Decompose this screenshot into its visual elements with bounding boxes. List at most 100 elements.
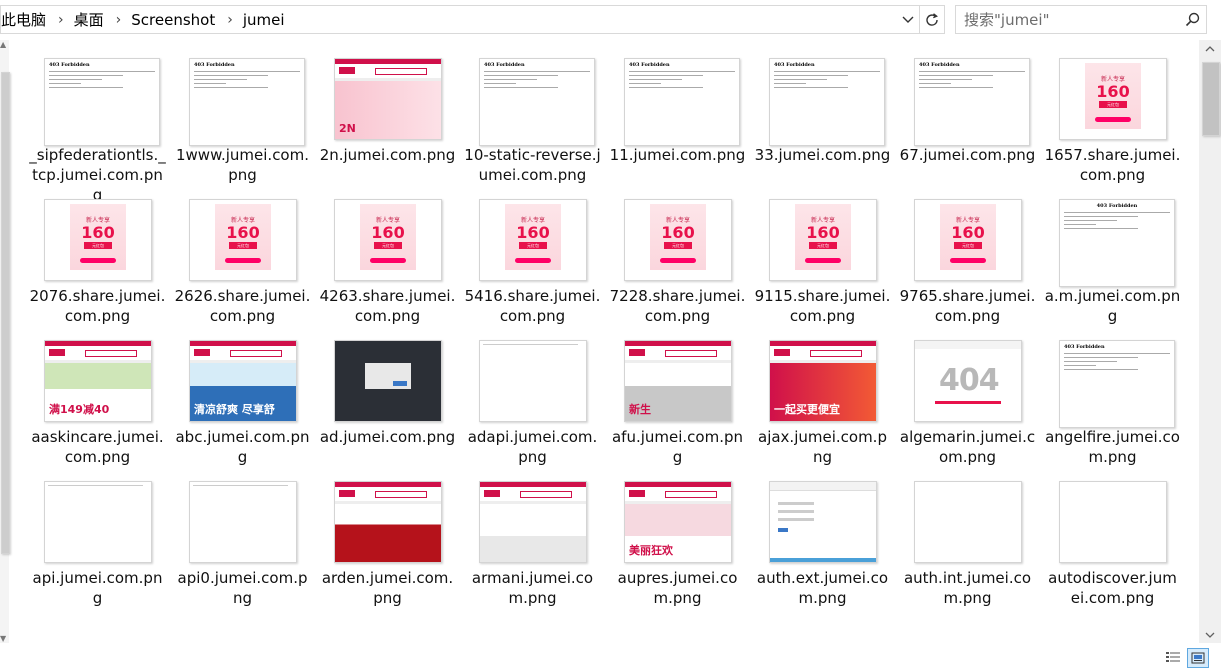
file-item[interactable]: 403 Forbidden 1www.jumei.com.png: [170, 55, 315, 196]
file-name: algemarin.jumei.com.png: [899, 428, 1036, 466]
breadcrumb-chevron-icon[interactable]: ›: [110, 12, 132, 28]
promo-banner: 新人专享 160 元红包: [215, 204, 271, 270]
shop-banner: 美丽狂欢: [625, 504, 731, 562]
breadcrumb-item-screenshot[interactable]: Screenshot: [131, 11, 221, 29]
scrollbar-thumb[interactable]: [1, 72, 10, 554]
search-box[interactable]: [955, 5, 1207, 34]
breadcrumb-chevron-icon[interactable]: ›: [221, 12, 243, 28]
large-icons-view-button[interactable]: [1187, 648, 1209, 668]
status-bar: [0, 643, 1221, 671]
file-item[interactable]: 新人专享 160 元红包 2076.share.jumei.com.png: [25, 196, 170, 337]
refresh-button[interactable]: [919, 6, 944, 33]
file-item[interactable]: auth.int.jumei.com.png: [895, 478, 1040, 619]
file-name: 11.jumei.com.png: [609, 146, 746, 164]
details-view-button[interactable]: [1162, 648, 1184, 668]
file-item[interactable]: api.jumei.com.png: [25, 478, 170, 619]
promo-banner: 新人专享 160 元红包: [940, 204, 996, 270]
file-name: ad.jumei.com.png: [319, 428, 456, 446]
file-item[interactable]: 403 Forbidden 11.jumei.com.png: [605, 55, 750, 196]
file-thumbnail: [914, 481, 1022, 563]
navigation-pane-scrollbar[interactable]: ▲ ▼: [0, 40, 10, 643]
promo-amount: 160: [371, 223, 405, 242]
file-item[interactable]: auth.ext.jumei.com.png: [750, 478, 895, 619]
scroll-down-arrow-icon[interactable]: ▼: [0, 634, 6, 643]
file-thumbnail: 新人专享 160 元红包: [914, 199, 1022, 281]
file-item[interactable]: 403 Forbidden 33.jumei.com.png: [750, 55, 895, 196]
scroll-down-button[interactable]: [1199, 626, 1221, 643]
promo-unit: 元红包: [954, 242, 982, 249]
thumbnail-heading: 403 Forbidden: [484, 62, 525, 68]
file-item[interactable]: 403 Forbidden 10-static-reverse.jumei.com…: [460, 55, 605, 196]
file-item[interactable]: adapi.jumei.com.png: [460, 337, 605, 478]
file-thumbnail: [334, 340, 442, 422]
thumbnail-heading: 403 Forbidden: [1064, 344, 1105, 350]
address-history-dropdown[interactable]: [897, 13, 919, 27]
file-thumbnail: [479, 481, 587, 563]
banner-text: 清凉舒爽 尽享舒: [194, 403, 275, 416]
file-item[interactable]: 美丽狂欢 aupres.jumei.com.png: [605, 478, 750, 619]
shop-banner: 满149减40: [45, 363, 151, 421]
file-name: 5416.share.jumei.com.png: [464, 287, 601, 325]
file-item[interactable]: 2N 2n.jumei.com.png: [315, 55, 460, 196]
file-name: 1www.jumei.com.png: [176, 146, 309, 184]
file-item[interactable]: 新生 afu.jumei.com.png: [605, 337, 750, 478]
scroll-up-button[interactable]: [1199, 40, 1221, 57]
file-thumbnail: 新人专享 160 元红包: [479, 199, 587, 281]
breadcrumb-item-jumei[interactable]: jumei: [243, 11, 291, 29]
file-thumbnail: 403 Forbidden: [769, 58, 885, 146]
file-name: 9765.share.jumei.com.png: [899, 287, 1036, 325]
file-name: 9115.share.jumei.com.png: [754, 287, 891, 325]
search-button[interactable]: [1178, 12, 1206, 27]
banner-text: 新生: [629, 403, 651, 416]
file-item[interactable]: 403 Forbidden angelfire.jumei.com.png: [1040, 337, 1185, 478]
file-name: 2n.jumei.com.png: [319, 146, 456, 164]
breadcrumb-item-desktop[interactable]: 桌面: [74, 9, 110, 30]
file-item[interactable]: ad.jumei.com.png: [315, 337, 460, 478]
banner-text: 满149减40: [49, 403, 110, 416]
file-item[interactable]: 一起买更便宜 ajax.jumei.com.png: [750, 337, 895, 478]
file-name: arden.jumei.com.png: [321, 569, 454, 607]
file-item[interactable]: 新人专享 160 元红包 7228.share.jumei.com.png: [605, 196, 750, 337]
promo-unit: 元红包: [1099, 101, 1127, 108]
vertical-scrollbar[interactable]: [1199, 40, 1221, 643]
scrollbar-thumb[interactable]: [1202, 62, 1220, 136]
address-bar: 此电脑 › 桌面 › Screenshot › jumei: [0, 0, 1221, 40]
thumbnail-heading: 403 Forbidden: [194, 62, 235, 68]
file-item[interactable]: arden.jumei.com.png: [315, 478, 460, 619]
file-thumbnail: 403 Forbidden: [44, 58, 160, 146]
search-input[interactable]: [956, 9, 1178, 30]
file-item[interactable]: 清凉舒爽 尽享舒 abc.jumei.com.png: [170, 337, 315, 478]
file-name: adapi.jumei.com.png: [467, 428, 598, 466]
file-grid: 403 Forbidden _sipfederationtls._tcp.jume…: [25, 55, 1185, 619]
file-item[interactable]: 满149减40 aaskincare.jumei.com.png: [25, 337, 170, 478]
file-item[interactable]: 新人专享 160 元红包 9115.share.jumei.com.png: [750, 196, 895, 337]
breadcrumb[interactable]: 此电脑 › 桌面 › Screenshot › jumei: [0, 5, 945, 34]
file-thumbnail: 2N: [334, 58, 442, 140]
file-name: api0.jumei.com.png: [177, 569, 308, 607]
promo-banner: 新人专享 160 元红包: [1085, 63, 1141, 129]
file-name: armani.jumei.com.png: [471, 569, 594, 607]
file-item[interactable]: 403 Forbidden a.m.jumei.com.png: [1040, 196, 1185, 337]
file-item[interactable]: 403 Forbidden 67.jumei.com.png: [895, 55, 1040, 196]
promo-banner: 新人专享 160 元红包: [650, 204, 706, 270]
promo-amount: 160: [81, 223, 115, 242]
file-item[interactable]: api0.jumei.com.png: [170, 478, 315, 619]
breadcrumb-item-this-pc[interactable]: 此电脑: [1, 9, 52, 30]
file-thumbnail: 清凉舒爽 尽享舒: [189, 340, 297, 422]
file-item[interactable]: armani.jumei.com.png: [460, 478, 605, 619]
file-item[interactable]: 新人专享 160 元红包 9765.share.jumei.com.png: [895, 196, 1040, 337]
file-thumbnail: 403 Forbidden: [1059, 340, 1175, 428]
breadcrumb-chevron-icon[interactable]: ›: [52, 12, 74, 28]
file-item[interactable]: autodiscover.jumei.com.png: [1040, 478, 1185, 619]
promo-amount: 160: [951, 223, 985, 242]
shop-banner: 2N: [335, 81, 441, 139]
file-item[interactable]: 新人专享 160 元红包 5416.share.jumei.com.png: [460, 196, 605, 337]
file-item[interactable]: 403 Forbidden _sipfederationtls._tcp.jume…: [25, 55, 170, 204]
file-item[interactable]: 新人专享 160 元红包 1657.share.jumei.com.png: [1040, 55, 1185, 196]
file-thumbnail: 一起买更便宜: [769, 340, 877, 422]
file-item[interactable]: 新人专享 160 元红包 2626.share.jumei.com.png: [170, 196, 315, 337]
scroll-up-arrow-icon[interactable]: ▲: [0, 40, 6, 49]
file-item[interactable]: 404 algemarin.jumei.com.png: [895, 337, 1040, 478]
file-item[interactable]: 新人专享 160 元红包 4263.share.jumei.com.png: [315, 196, 460, 337]
banner-text: 2N: [339, 122, 356, 135]
